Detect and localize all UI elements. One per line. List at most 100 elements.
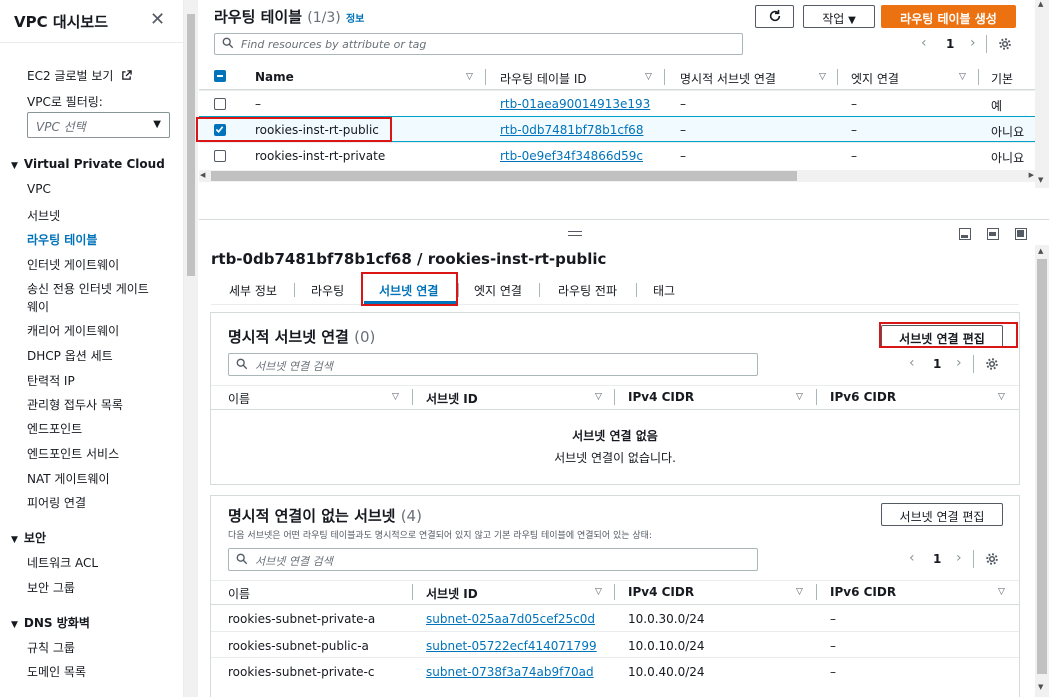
- sort-icon[interactable]: ▽: [466, 72, 473, 82]
- chevron-right-icon[interactable]: ›: [956, 355, 962, 371]
- chevron-left-icon[interactable]: ‹: [921, 35, 927, 51]
- column-header-explicit-subnet[interactable]: 명시적 서브넷 연결: [680, 70, 776, 87]
- sort-icon[interactable]: ▽: [819, 72, 826, 82]
- column-divider[interactable]: [412, 584, 413, 600]
- column-header-main[interactable]: 기본: [991, 70, 1013, 87]
- column-header-ipv6[interactable]: IPv6 CIDR: [830, 585, 896, 599]
- split-side-icon[interactable]: [987, 228, 999, 240]
- route-table-id-link[interactable]: rtb-0e9ef34f34866d59c: [500, 149, 643, 163]
- column-divider[interactable]: [816, 584, 817, 600]
- route-table-id-link[interactable]: rtb-01aea90014913e193: [500, 97, 650, 111]
- column-header-subnet-id[interactable]: 서브넷 ID: [426, 390, 478, 407]
- scroll-up-icon[interactable]: ▲: [1038, 0, 1043, 8]
- sort-icon[interactable]: ▽: [796, 587, 803, 597]
- sidebar-item-peering-connections[interactable]: 피어링 연결: [27, 494, 86, 511]
- sidebar-item-network-acls[interactable]: 네트워크 ACL: [27, 554, 98, 571]
- sidebar-item-dhcp-option-sets[interactable]: DHCP 옵션 세트: [27, 347, 113, 364]
- column-header-name[interactable]: 이름: [228, 390, 250, 407]
- column-header-ipv4[interactable]: IPv4 CIDR: [628, 390, 694, 404]
- sort-icon[interactable]: ▽: [645, 72, 652, 82]
- page-number[interactable]: 1: [946, 37, 954, 51]
- column-divider[interactable]: [978, 69, 979, 85]
- chevron-right-icon[interactable]: ›: [970, 35, 976, 51]
- chevron-right-icon[interactable]: ›: [956, 550, 962, 566]
- select-all-checkbox[interactable]: [214, 70, 226, 82]
- column-header-name[interactable]: 이름: [228, 585, 250, 602]
- table-row[interactable]: rookies-inst-rt-private rtb-0e9ef34f3486…: [199, 142, 1049, 168]
- column-divider[interactable]: [837, 69, 838, 85]
- gear-icon[interactable]: [985, 357, 999, 371]
- column-header-ipv6[interactable]: IPv6 CIDR: [830, 390, 896, 404]
- column-divider[interactable]: [664, 69, 665, 85]
- tab-tags[interactable]: 태그: [653, 282, 675, 299]
- sidebar-section-security[interactable]: ▼ 보안: [11, 529, 46, 546]
- sidebar-item-subnets[interactable]: 서브넷: [27, 207, 60, 224]
- subnet-id-link[interactable]: subnet-05722ecf414071799: [426, 639, 597, 653]
- column-header-subnet-id[interactable]: 서브넷 ID: [426, 585, 478, 602]
- close-icon[interactable]: ✕: [150, 9, 165, 30]
- sidebar-item-internet-gateways[interactable]: 인터넷 게이트웨이: [27, 256, 119, 273]
- column-divider[interactable]: [614, 389, 615, 405]
- scroll-left-icon[interactable]: ◀: [200, 171, 205, 179]
- create-route-table-button[interactable]: 라우팅 테이블 생성: [881, 5, 1016, 28]
- sidebar-section-vpc[interactable]: ▼ Virtual Private Cloud: [11, 157, 165, 171]
- sidebar-scrollbar-thumb[interactable]: [187, 14, 195, 276]
- row-checkbox[interactable]: [214, 150, 226, 162]
- tab-details[interactable]: 세부 정보: [229, 282, 277, 299]
- split-full-icon[interactable]: [1015, 228, 1027, 240]
- page-number[interactable]: 1: [933, 357, 941, 371]
- column-divider[interactable]: [816, 389, 817, 405]
- table-row[interactable]: – rtb-01aea90014913e193 – – 예: [199, 90, 1049, 116]
- split-bottom-icon[interactable]: [959, 228, 971, 240]
- sort-icon[interactable]: ▽: [998, 587, 1005, 597]
- sidebar-item-vpc[interactable]: VPC: [27, 182, 51, 196]
- column-header-edge[interactable]: 엣지 연결: [851, 70, 899, 87]
- sidebar-item-egress-only-gateway[interactable]: 송신 전용 인터넷 게이트: [27, 280, 149, 297]
- chevron-left-icon[interactable]: ‹: [909, 550, 915, 566]
- sort-icon[interactable]: ▽: [595, 587, 602, 597]
- vpc-select[interactable]: VPC 선택 ▼: [27, 112, 170, 138]
- detail-scrollbar-thumb[interactable]: [1037, 259, 1047, 674]
- row-checkbox[interactable]: [214, 98, 226, 110]
- search-input[interactable]: 서브넷 연결 검색: [228, 353, 758, 376]
- sidebar-item-elastic-ips[interactable]: 탄력적 IP: [27, 372, 75, 389]
- split-divider[interactable]: [199, 219, 1049, 220]
- sidebar-scrollbar[interactable]: [184, 0, 198, 697]
- page-number[interactable]: 1: [933, 552, 941, 566]
- column-divider[interactable]: [412, 389, 413, 405]
- column-header-ipv4[interactable]: IPv4 CIDR: [628, 585, 694, 599]
- sort-icon[interactable]: ▽: [595, 392, 602, 402]
- gear-icon[interactable]: [998, 37, 1012, 51]
- scroll-up-icon[interactable]: ▲: [1038, 247, 1043, 255]
- column-divider[interactable]: [485, 69, 486, 85]
- sidebar-item-security-groups[interactable]: 보안 그룹: [27, 579, 75, 596]
- route-table-id-link[interactable]: rtb-0db7481bf78b1cf68: [500, 123, 643, 137]
- drag-handle-icon[interactable]: [568, 231, 582, 236]
- sidebar-item-nat-gateways[interactable]: NAT 게이트웨이: [27, 470, 110, 487]
- info-link[interactable]: 정보: [346, 14, 364, 25]
- scroll-right-icon[interactable]: ▶: [1029, 171, 1034, 179]
- edit-subnet-associations-button[interactable]: 서브넷 연결 편집: [881, 503, 1003, 526]
- column-header-name[interactable]: Name: [255, 70, 294, 84]
- gear-icon[interactable]: [985, 552, 999, 566]
- horizontal-scrollbar[interactable]: ◀ ▶: [199, 170, 1035, 182]
- horizontal-scrollbar-thumb[interactable]: [211, 171, 797, 181]
- search-input[interactable]: Find resources by attribute or tag: [214, 33, 743, 55]
- subnet-id-link[interactable]: subnet-025aa7d05cef25c0d: [426, 612, 595, 626]
- scroll-down-icon[interactable]: ▼: [1038, 176, 1043, 184]
- sidebar-item-endpoint-services[interactable]: 엔드포인트 서비스: [27, 445, 119, 462]
- actions-dropdown[interactable]: 작업 ▼: [803, 5, 875, 28]
- sidebar-item-egress-only-gateway-wrap[interactable]: 웨이: [27, 298, 49, 315]
- sort-icon[interactable]: ▽: [998, 392, 1005, 402]
- subnet-id-link[interactable]: subnet-0738f3a74ab9f70ad: [426, 665, 594, 679]
- sidebar-item-endpoints[interactable]: 엔드포인트: [27, 420, 82, 437]
- chevron-left-icon[interactable]: ‹: [909, 355, 915, 371]
- sidebar-item-managed-prefix-lists[interactable]: 관리형 접두사 목록: [27, 396, 123, 413]
- detail-scrollbar[interactable]: ▲ ▼: [1035, 245, 1049, 697]
- tab-edge-associations[interactable]: 엣지 연결: [474, 282, 522, 299]
- column-divider[interactable]: [614, 584, 615, 600]
- top-scrollbar[interactable]: ▲ ▼: [1035, 0, 1049, 188]
- scroll-down-icon[interactable]: ▼: [1038, 683, 1043, 691]
- sidebar-item-carrier-gateways[interactable]: 캐리어 게이트웨이: [27, 322, 119, 339]
- sidebar-item-domain-lists[interactable]: 도메인 목록: [27, 663, 86, 680]
